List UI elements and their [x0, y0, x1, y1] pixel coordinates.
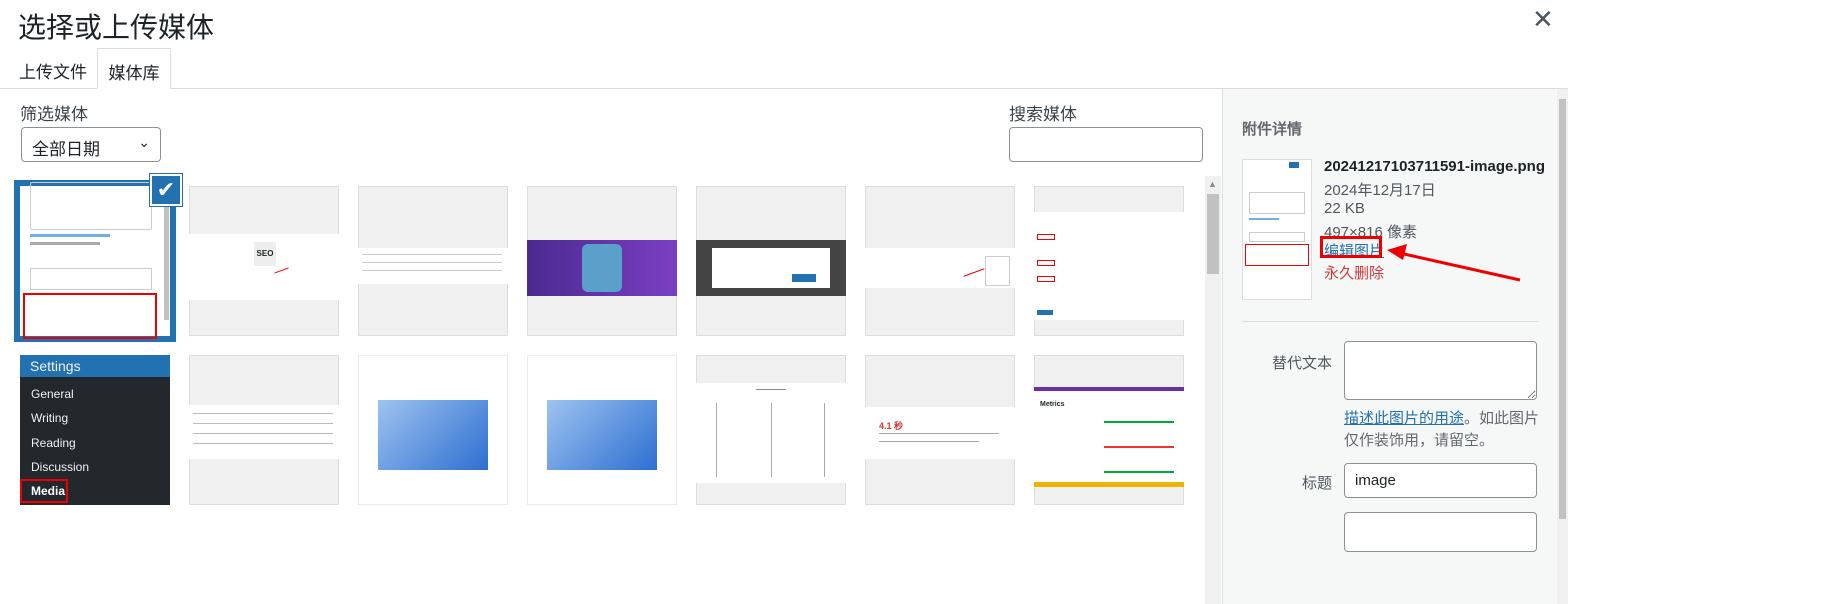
media-item[interactable]	[527, 186, 677, 336]
thumb-lcp-text: 4.1 秒	[879, 421, 904, 431]
thumb-text: Reading	[31, 436, 76, 450]
alt-help-link[interactable]: 描述此图片的用途	[1344, 410, 1464, 427]
thumb-text: General	[31, 387, 74, 401]
details-heading: 附件详情	[1242, 121, 1303, 138]
filter-label: 筛选媒体	[20, 105, 88, 124]
date-filter-select[interactable]: 全部日期 ⌄	[21, 127, 161, 162]
media-item[interactable]	[865, 186, 1015, 336]
thumb-settings-header: Settings	[20, 355, 170, 377]
media-item[interactable]	[696, 355, 846, 505]
alt-text-help: 描述此图片的用途。如此图片仅作装饰用，请留空。	[1344, 408, 1544, 452]
delete-permanently-link[interactable]: 永久删除	[1324, 262, 1384, 283]
modal-title: 选择或上传媒体	[18, 12, 215, 43]
attachment-filename: 20241217103711591-image.png	[1324, 158, 1545, 175]
thumb-metrics-text: Metrics	[1040, 401, 1065, 408]
caption-input[interactable]	[1344, 512, 1537, 552]
media-item[interactable]	[527, 355, 677, 505]
media-item[interactable]	[1034, 186, 1184, 336]
media-item[interactable]	[189, 355, 339, 505]
divider	[1242, 321, 1538, 322]
selected-check-icon[interactable]: ✔	[150, 174, 182, 206]
tab-media-library[interactable]: 媒体库	[97, 48, 171, 89]
tab-upload-files[interactable]: 上传文件	[12, 48, 94, 89]
media-item[interactable]	[696, 186, 846, 336]
thumb-seo-text: SEO	[254, 242, 276, 266]
date-filter-value: 全部日期	[32, 140, 100, 159]
media-item[interactable]: 4.1 秒	[865, 355, 1015, 505]
close-icon[interactable]: ✕	[1532, 4, 1554, 35]
attachment-date: 2024年12月17日	[1324, 182, 1436, 199]
annotation-arrow-icon	[1387, 244, 1521, 282]
media-item[interactable]: SEO	[189, 186, 339, 336]
search-label: 搜索媒体	[1009, 105, 1077, 124]
media-item-settings-screenshot[interactable]: Settings General Writing Reading Discuss…	[20, 355, 170, 505]
alt-text-label: 替代文本	[1271, 355, 1332, 372]
highlight-box	[1320, 236, 1382, 258]
thumb-text: Writing	[31, 411, 69, 425]
grid-scrollbar[interactable]: ▲	[1205, 176, 1221, 604]
media-item[interactable]	[358, 355, 508, 505]
attachment-thumbnail	[1242, 159, 1312, 300]
chevron-down-icon: ⌄	[138, 134, 150, 150]
title-input[interactable]: image	[1344, 463, 1537, 498]
media-item[interactable]: Metrics	[1034, 355, 1184, 505]
alt-text-input[interactable]	[1344, 341, 1537, 400]
search-input[interactable]	[1009, 127, 1203, 162]
sidebar-scrollbar[interactable]	[1557, 89, 1568, 604]
thumb-text: Discussion	[31, 460, 90, 474]
title-label: 标题	[1301, 475, 1332, 492]
attachment-size: 22 KB	[1324, 200, 1365, 217]
media-item[interactable]	[358, 186, 508, 336]
